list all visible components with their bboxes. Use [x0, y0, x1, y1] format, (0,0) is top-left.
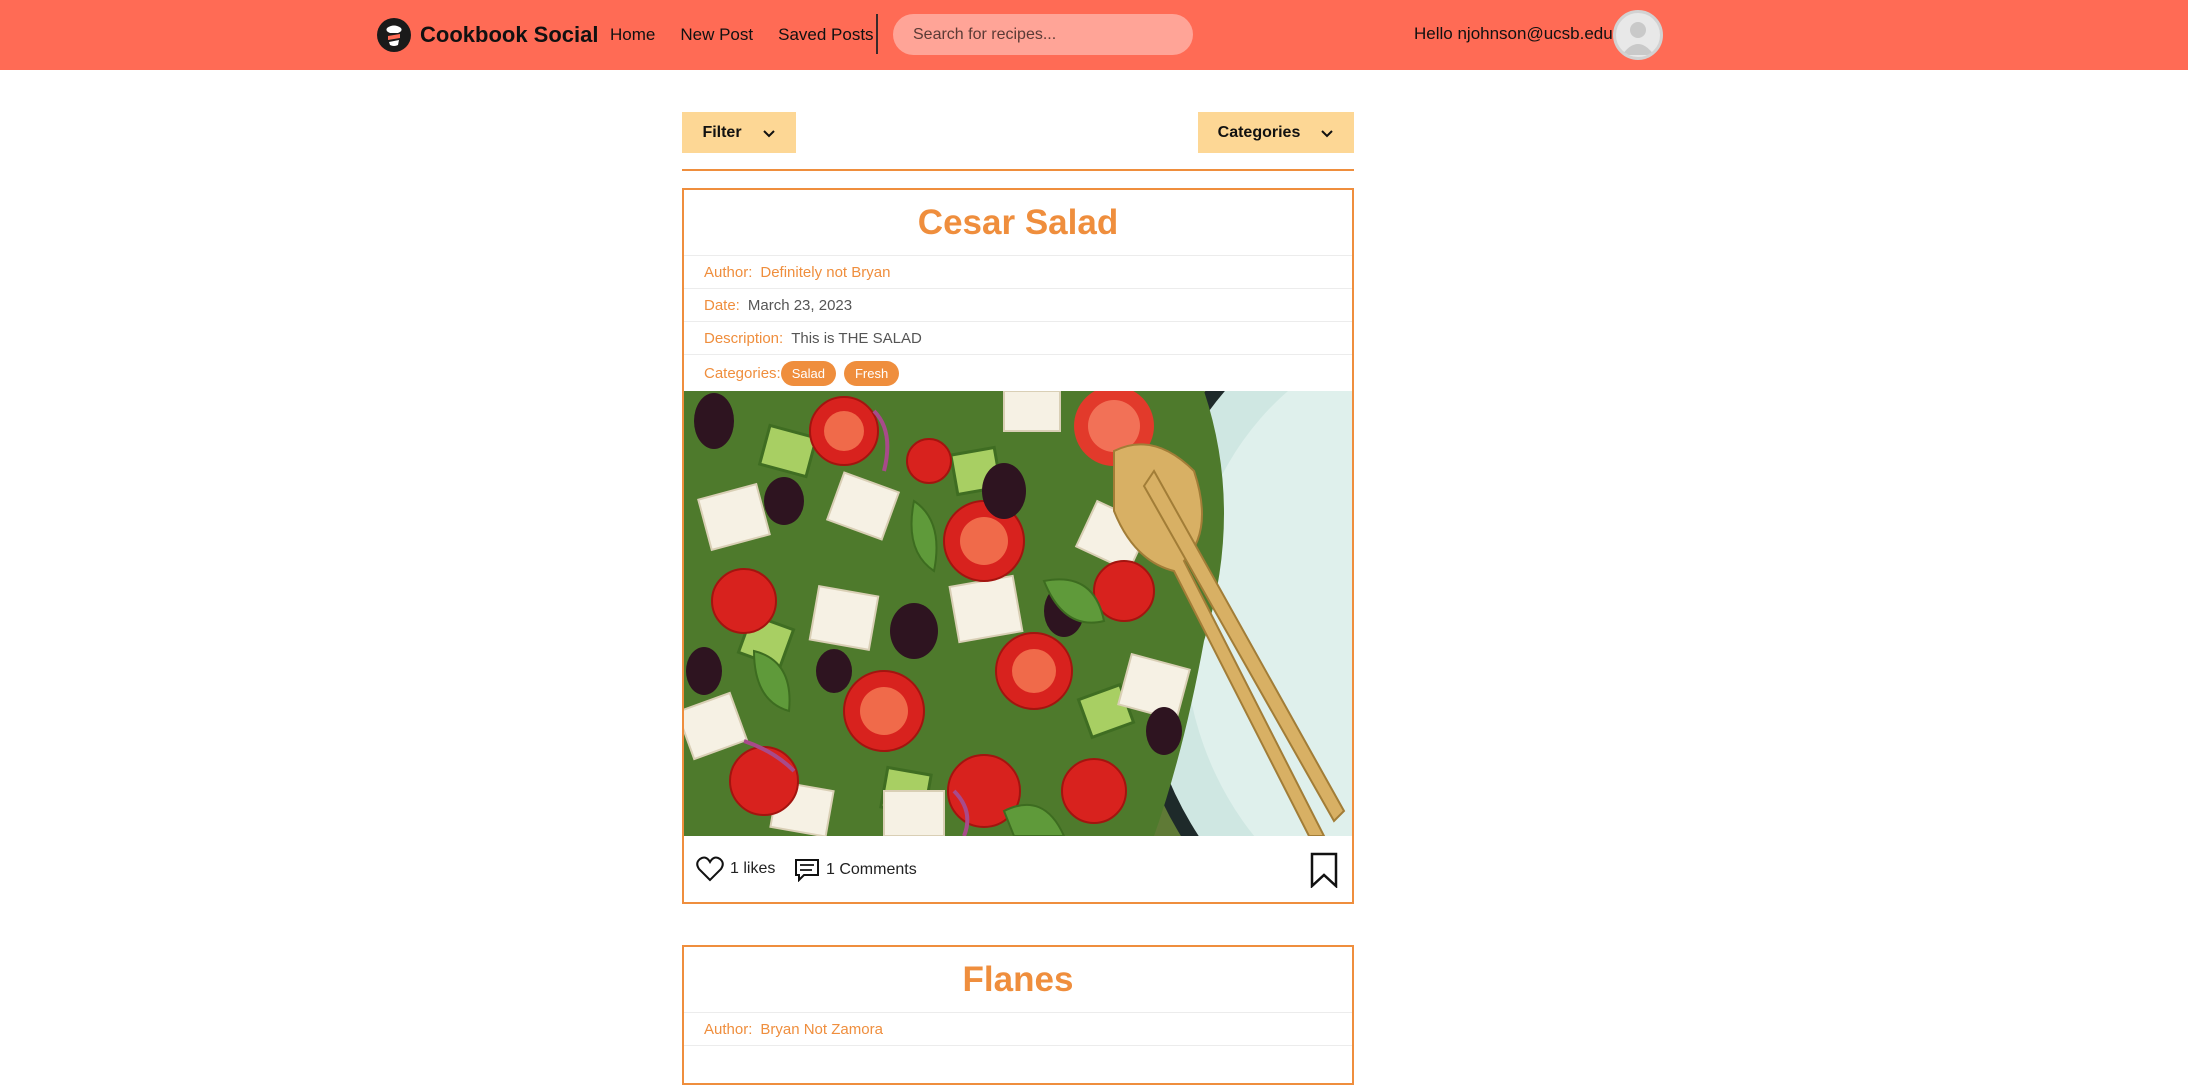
chevron-down-icon [1321, 129, 1334, 137]
post-date: March 23, 2023 [747, 296, 853, 314]
user-avatar-icon [1622, 22, 1654, 55]
category-chip-fresh[interactable]: Fresh [843, 360, 900, 386]
navbar: Cookbook Social Home New Post Saved Post… [0, 0, 2188, 70]
comments-count: 1 Comments [826, 861, 917, 878]
date-label: Date: [704, 296, 740, 314]
main-nav: Home New Post Saved Posts [610, 0, 874, 70]
categories-label: Categories [1217, 123, 1301, 141]
comment-bubble-icon [795, 859, 819, 882]
filter-dropdown-button[interactable]: Filter [682, 112, 796, 153]
post-card: Flanes Author: Bryan Not Zamora [682, 945, 1354, 1085]
post-date-row: Date: March 23, 2023 [684, 289, 1352, 322]
nav-saved-posts[interactable]: Saved Posts [778, 25, 873, 45]
post-title[interactable]: Cesar Salad [684, 190, 1352, 256]
author-label: Author: [704, 1020, 753, 1038]
filter-label: Filter [702, 123, 742, 141]
chef-logo-icon [377, 18, 411, 52]
post-description: This is THE SALAD [791, 329, 922, 347]
heart-outline-icon [696, 856, 724, 882]
post-author[interactable]: Definitely not Bryan [760, 264, 890, 281]
post-description-row: Description: This is THE SALAD [684, 322, 1352, 355]
like-button[interactable]: 1 likes [696, 856, 775, 882]
description-label: Description: [704, 329, 784, 347]
brand-name: Cookbook Social [420, 22, 599, 47]
post-author[interactable]: Bryan Not Zamora [760, 1021, 883, 1038]
nav-new-post[interactable]: New Post [680, 25, 753, 45]
post-image[interactable] [684, 391, 1352, 836]
post-card: Cesar Salad Author: Definitely not Bryan… [682, 188, 1354, 904]
category-chip-salad[interactable]: Salad [780, 360, 836, 386]
categories-row-label: Categories: [704, 364, 781, 382]
chevron-down-icon [762, 129, 775, 137]
user-greeting: Hello njohnson@ucsb.edu! [1414, 24, 1618, 43]
comments-button[interactable]: 1 Comments [794, 858, 917, 882]
post-actions: 1 likes 1 Comments [684, 836, 1352, 902]
likes-count: 1 likes [730, 860, 776, 877]
bookmark-outline-icon[interactable] [1309, 852, 1339, 888]
post-author-row: Author: Bryan Not Zamora [684, 1013, 1352, 1046]
brand-link[interactable]: Cookbook Social [376, 14, 598, 56]
categories-dropdown-button[interactable]: Categories [1198, 112, 1354, 153]
search-input[interactable] [893, 14, 1193, 55]
post-categories-row: Categories: Salad Fresh [684, 355, 1352, 391]
feed-divider [682, 169, 1354, 171]
post-author-row: Author: Definitely not Bryan [684, 256, 1352, 289]
user-avatar[interactable] [1613, 10, 1663, 60]
post-title[interactable]: Flanes [684, 947, 1352, 1013]
author-label: Author: [704, 263, 753, 281]
nav-home[interactable]: Home [610, 25, 655, 45]
nav-divider [876, 14, 878, 54]
